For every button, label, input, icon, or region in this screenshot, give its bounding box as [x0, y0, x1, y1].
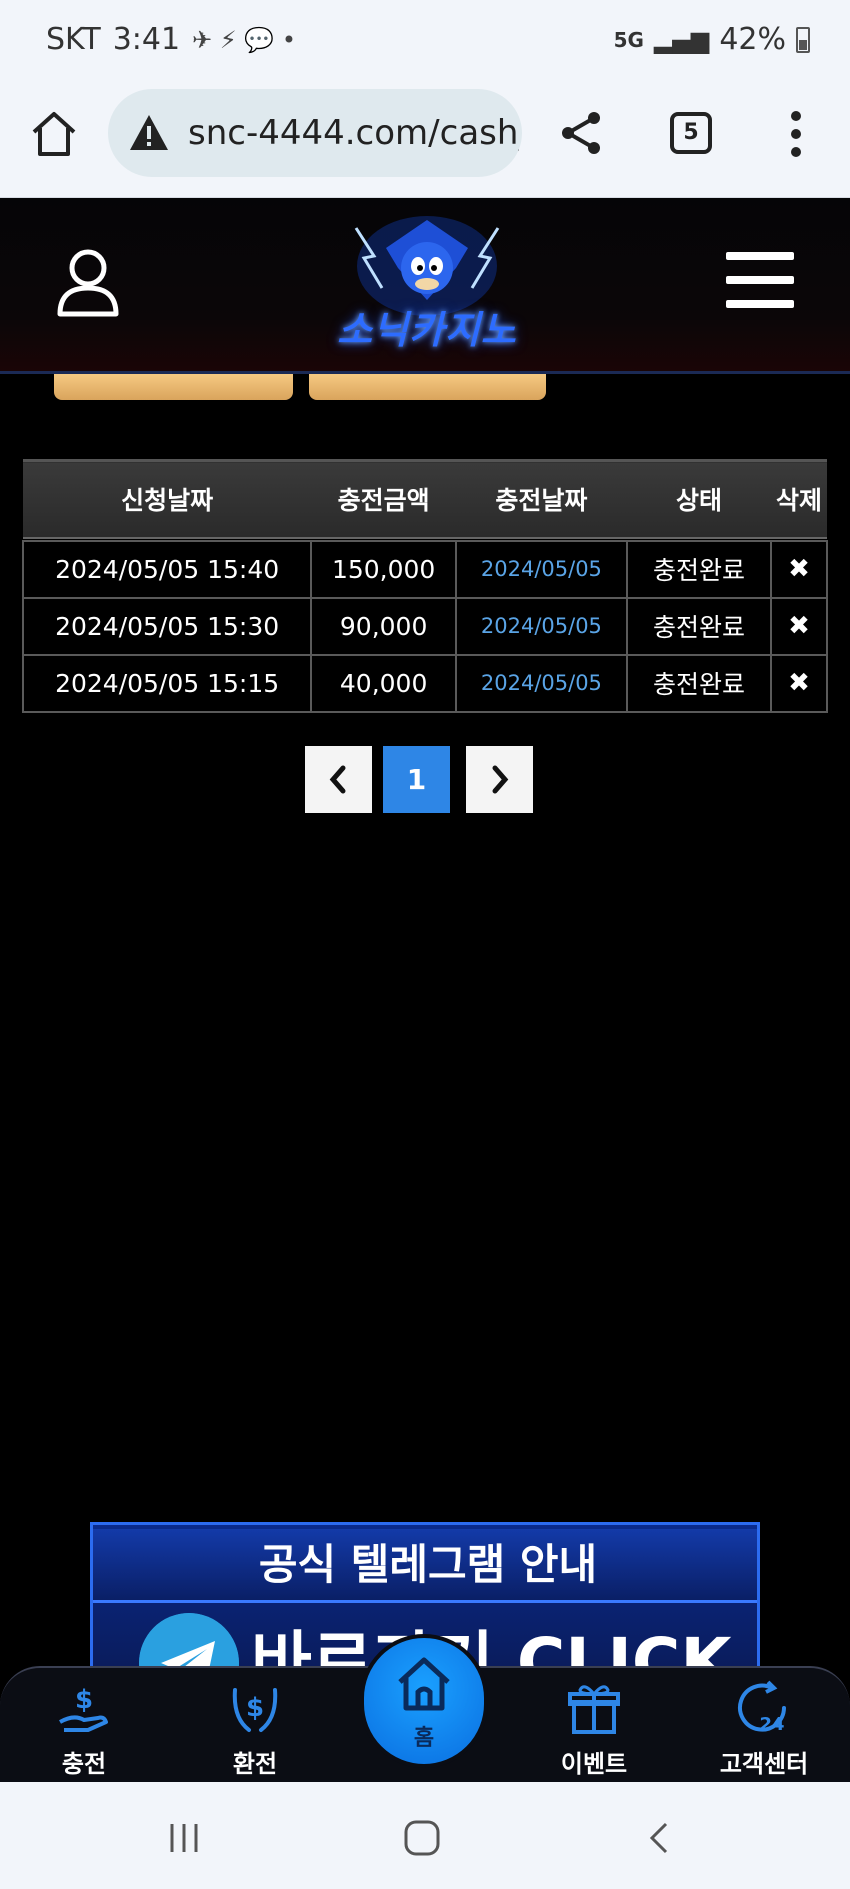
chevron-left-icon	[329, 765, 346, 794]
request-date-cell: 2024/05/05 15:40	[21, 539, 313, 599]
table-row: 2024/05/05 15:30 90,000 2024/05/05 충전완료 …	[21, 596, 828, 656]
notification-icons: ✈ ⚡ 💬 •	[192, 25, 296, 54]
user-icon[interactable]	[56, 248, 120, 318]
status-cell: 충전완료	[625, 596, 773, 656]
browser-toolbar: snc-4444.com/cash_ 5	[0, 86, 850, 198]
back-icon[interactable]	[640, 1818, 680, 1858]
tab-switcher-button[interactable]: 5	[670, 112, 712, 154]
amount-cell: 40,000	[310, 653, 458, 713]
history-tab-button[interactable]	[309, 374, 546, 400]
column-header: 삭제	[771, 459, 827, 539]
charge-date-cell: 2024/05/05	[455, 653, 628, 713]
carrier-label: SKT	[46, 22, 101, 57]
table-row: 2024/05/05 15:15 40,000 2024/05/05 충전완료 …	[21, 653, 828, 713]
gift-icon	[568, 1685, 620, 1734]
charge-date-cell: 2024/05/05	[455, 596, 628, 656]
system-nav-bar	[0, 1782, 850, 1889]
battery-icon	[796, 26, 810, 53]
home-icon[interactable]	[28, 108, 80, 160]
delete-button[interactable]: ✖	[770, 653, 828, 713]
table-header-row: 신청날짜 충전금액 충전날짜 상태 삭제	[23, 459, 827, 539]
system-home-icon[interactable]	[402, 1818, 442, 1858]
status-bar: SKT 3:41 ✈ ⚡ 💬 • 5G ▂▄▆ 42%	[0, 0, 850, 86]
request-date-cell: 2024/05/05 15:30	[21, 596, 313, 656]
more-menu-icon[interactable]	[786, 110, 806, 158]
url-text: snc-4444.com/cash_	[188, 113, 522, 153]
nav-exchange-label: 환전	[232, 1750, 278, 1778]
nav-charge-label: 충전	[61, 1750, 107, 1778]
chevron-right-icon	[492, 765, 509, 794]
charge-history-table: 신청날짜 충전금액 충전날짜 상태 삭제 2024/05/05 15:40 15…	[21, 459, 828, 713]
amount-cell: 90,000	[310, 596, 458, 656]
home-icon	[398, 1657, 450, 1711]
clock: 3:41	[112, 22, 181, 57]
nav-support[interactable]: 24 고객센터	[704, 1678, 824, 1778]
address-bar[interactable]: snc-4444.com/cash_	[108, 89, 522, 177]
site-header: 소닉카지노	[0, 198, 850, 374]
telegram-icon	[139, 1613, 239, 1669]
share-icon[interactable]	[556, 108, 606, 158]
request-date-cell: 2024/05/05 15:15	[21, 653, 313, 713]
charge-icon: $	[59, 1685, 108, 1732]
logo-text: 소닉카지노	[337, 308, 517, 352]
nav-exchange[interactable]: $ 환전	[195, 1678, 315, 1778]
column-header: 충전금액	[311, 459, 457, 539]
status-cell: 충전완료	[625, 539, 773, 599]
warning-icon[interactable]	[128, 112, 170, 154]
banner-link-text: 바로가기 CLICK	[251, 1624, 732, 1672]
page-number-button[interactable]: 1	[383, 746, 450, 813]
nav-home-label: 홈	[413, 1726, 435, 1751]
delete-button[interactable]: ✖	[770, 596, 828, 656]
network-type: 5G	[613, 27, 644, 52]
amount-cell: 150,000	[310, 539, 458, 599]
status-cell: 충전완료	[625, 653, 773, 713]
svg-text:$: $	[75, 1685, 93, 1715]
hamburger-menu-icon[interactable]	[726, 250, 794, 310]
exchange-icon: $	[232, 1688, 278, 1732]
column-header: 충전날짜	[456, 459, 627, 539]
delete-button[interactable]: ✖	[770, 539, 828, 599]
nav-event-label: 이벤트	[560, 1750, 628, 1778]
nav-support-label: 고객센터	[719, 1750, 809, 1778]
nav-charge[interactable]: $ 충전	[24, 1678, 144, 1778]
next-page-button[interactable]	[466, 746, 533, 813]
site-logo[interactable]: 소닉카지노	[316, 208, 538, 358]
nav-event[interactable]: 이벤트	[534, 1678, 654, 1778]
banner-title: 공식 텔레그램 안내	[93, 1529, 757, 1603]
prev-page-button[interactable]	[305, 746, 372, 813]
nav-home[interactable]: 홈	[360, 1634, 488, 1768]
signal-icon: ▂▄▆	[653, 25, 710, 54]
charge-tab-button[interactable]	[54, 374, 293, 400]
column-header: 상태	[626, 459, 772, 539]
charge-date-cell: 2024/05/05	[455, 539, 628, 599]
column-header: 신청날짜	[23, 459, 312, 539]
svg-text:$: $	[246, 1693, 264, 1723]
table-row: 2024/05/05 15:40 150,000 2024/05/05 충전완료…	[21, 539, 828, 599]
svg-text:24: 24	[759, 1714, 784, 1735]
support-24-icon: 24	[738, 1680, 786, 1735]
battery-percent: 42%	[719, 22, 786, 57]
recent-apps-icon[interactable]	[164, 1818, 204, 1858]
